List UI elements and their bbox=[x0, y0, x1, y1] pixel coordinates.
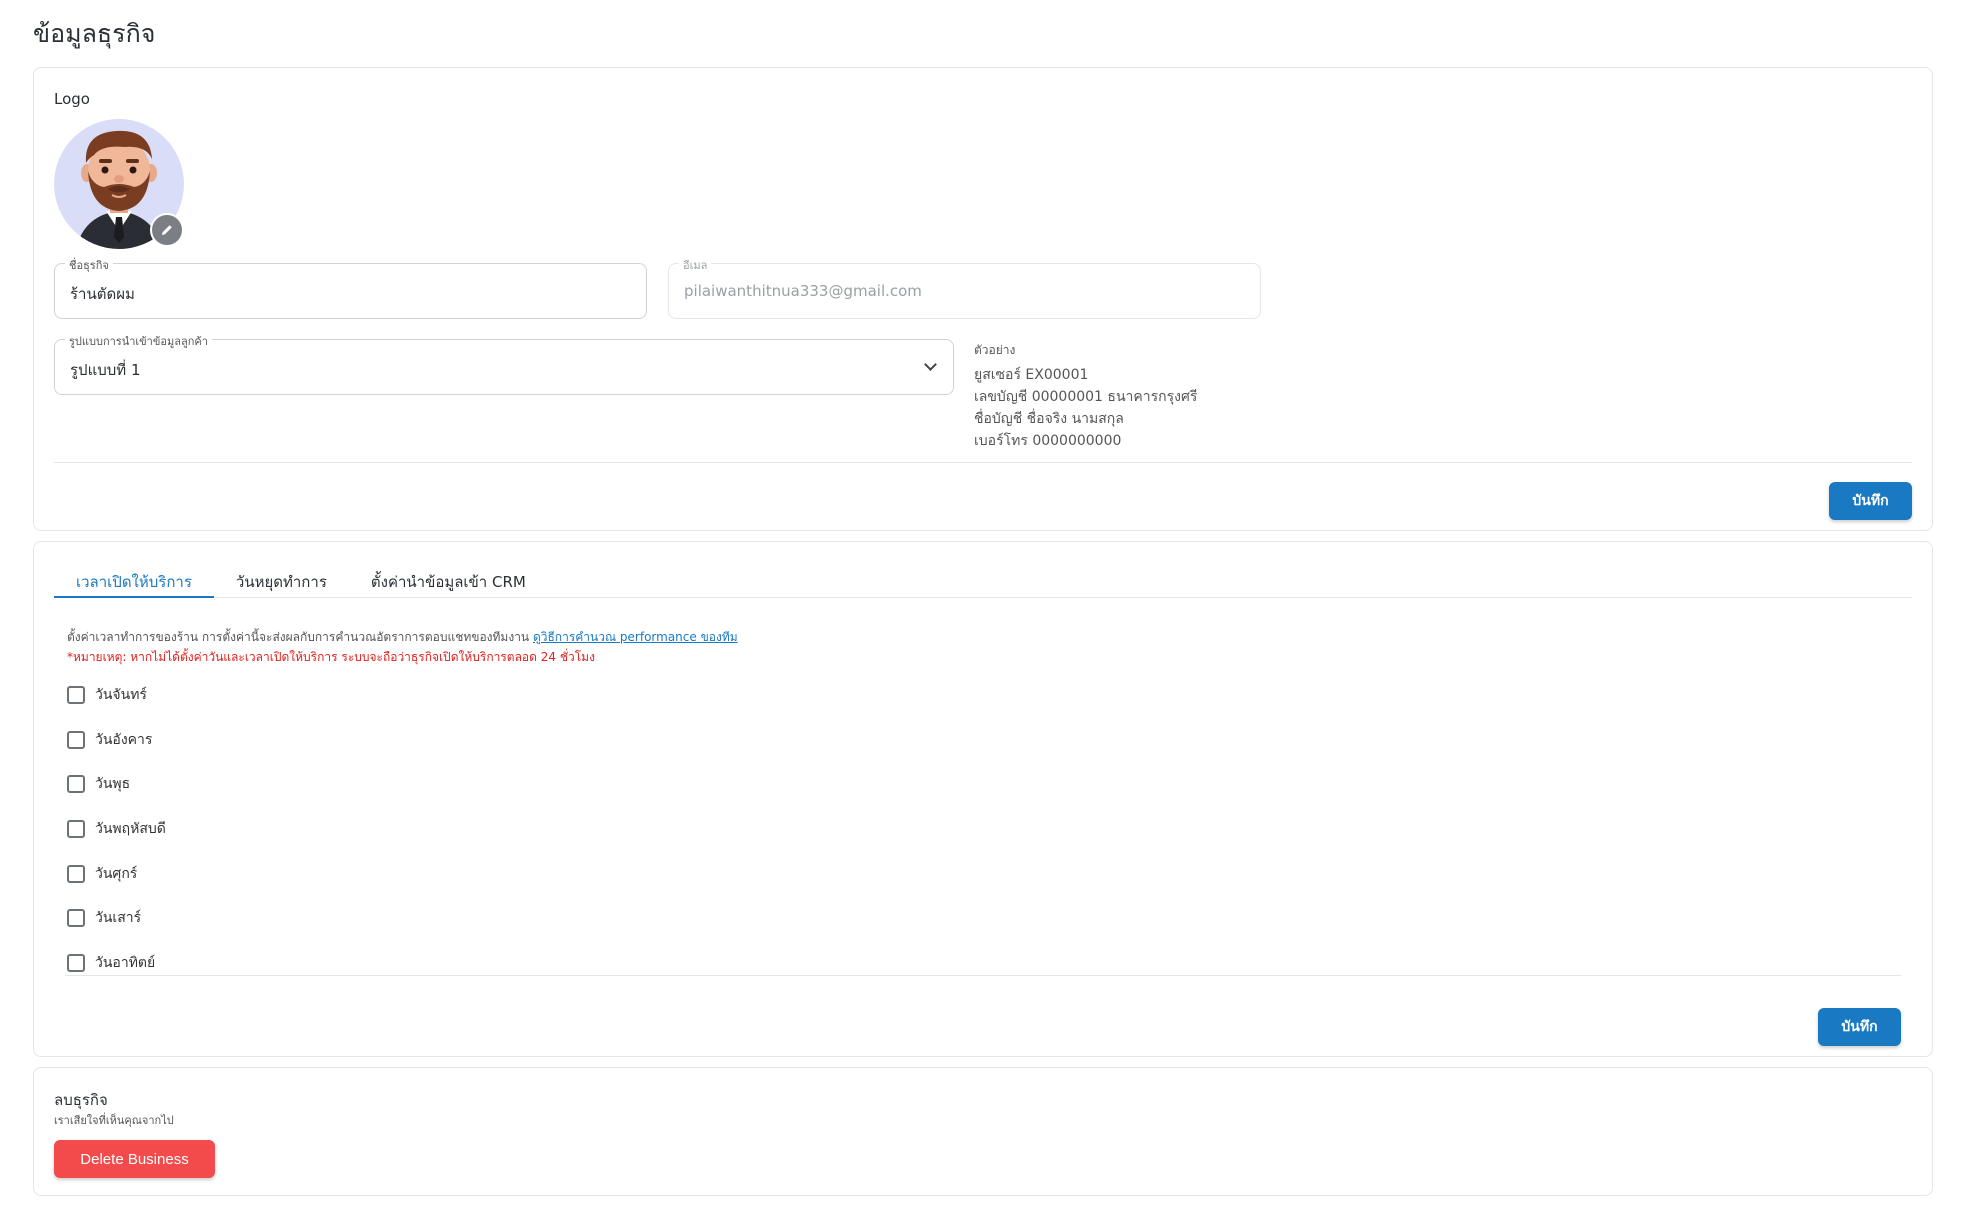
example-title: ตัวอย่าง bbox=[974, 343, 1016, 357]
day-checkbox[interactable] bbox=[67, 775, 85, 794]
import-format-label: รูปแบบการนำเข้าข้อมูลลูกค้า bbox=[65, 332, 212, 350]
day-label: วันอังคาร bbox=[95, 731, 153, 748]
delete-subtitle: เราเสียใจที่เห็นคุณจากไป bbox=[54, 1114, 174, 1127]
email-label: อีเมล bbox=[679, 256, 712, 274]
hours-hint-text: ตั้งค่าเวลาทำการของร้าน การตั้งค่านี้จะส… bbox=[67, 630, 533, 644]
tab-holidays[interactable]: วันหยุดทำการ bbox=[214, 562, 349, 598]
example-line: เลขบัญชี 00000001 ธนาคารกรุงศรี bbox=[974, 389, 1198, 405]
tab-crm-import[interactable]: ตั้งค่านำข้อมูลเข้า CRM bbox=[349, 562, 548, 598]
day-label: วันศุกร์ bbox=[95, 865, 138, 882]
pencil-icon bbox=[162, 225, 172, 235]
day-monday[interactable]: วันจันทร์ bbox=[67, 673, 166, 718]
day-label: วันจันทร์ bbox=[95, 687, 147, 704]
day-checkbox[interactable] bbox=[67, 820, 85, 839]
day-label: วันอาทิตย์ bbox=[95, 954, 156, 971]
day-checkbox[interactable] bbox=[67, 730, 85, 749]
delete-title: ลบธุรกิจ bbox=[54, 1091, 108, 1109]
divider bbox=[65, 975, 1901, 976]
business-name-value: ร้านตัดผม bbox=[70, 285, 135, 303]
day-tuesday[interactable]: วันอังคาร bbox=[67, 718, 166, 763]
delete-business-card: ลบธุรกิจ เราเสียใจที่เห็นคุณจากไป Delete… bbox=[33, 1067, 1933, 1196]
email-value: pilaiwanthitnua333@gmail.com bbox=[684, 282, 922, 300]
day-label: วันเสาร์ bbox=[95, 910, 142, 927]
logo-label: Logo bbox=[54, 90, 90, 108]
divider bbox=[54, 462, 1912, 463]
save-hours-button[interactable]: บันทึก bbox=[1818, 1008, 1901, 1046]
tab-business-hours[interactable]: เวลาเปิดให้บริการ bbox=[54, 562, 214, 598]
import-format-select[interactable]: รูปแบบการนำเข้าข้อมูลลูกค้า รูปแบบที่ 1 bbox=[54, 332, 954, 395]
day-sunday[interactable]: วันอาทิตย์ bbox=[67, 941, 166, 986]
business-name-label: ชื่อธุรกิจ bbox=[65, 256, 113, 274]
business-name-field[interactable]: ชื่อธุรกิจ ร้านตัดผม bbox=[54, 256, 647, 319]
import-format-example: ตัวอย่าง ยูสเซอร์ EX00001 เลขบัญชี 00000… bbox=[974, 341, 1197, 452]
chevron-down-icon bbox=[924, 358, 937, 371]
hours-note: *หมายเหตุ: หากไม่ได้ตั้งค่าวันและเวลาเปิ… bbox=[67, 650, 595, 664]
business-hours-card: เวลาเปิดให้บริการ วันหยุดทำการ ตั้งค่านำ… bbox=[33, 541, 1933, 1057]
day-thursday[interactable]: วันพฤหัสบดี bbox=[67, 807, 166, 852]
page-title: ข้อมูลธุรกิจ bbox=[33, 19, 156, 48]
save-info-button[interactable]: บันทึก bbox=[1829, 482, 1912, 520]
day-wednesday[interactable]: วันพุธ bbox=[67, 762, 166, 807]
example-line: ชื่อบัญชี ชื่อจริง นามสกุล bbox=[974, 411, 1124, 427]
email-field: อีเมล pilaiwanthitnua333@gmail.com bbox=[668, 256, 1261, 319]
business-info-card: Logo ชื่อธุรกิจ ร้านตัดผม อีเมล pilaiwan… bbox=[33, 67, 1933, 531]
day-friday[interactable]: วันศุกร์ bbox=[67, 851, 166, 896]
settings-tabs: เวลาเปิดให้บริการ วันหยุดทำการ ตั้งค่านำ… bbox=[54, 562, 1912, 598]
delete-business-button[interactable]: Delete Business bbox=[54, 1140, 215, 1178]
hours-hint: ตั้งค่าเวลาทำการของร้าน การตั้งค่านี้จะส… bbox=[67, 628, 738, 647]
edit-logo-button[interactable] bbox=[150, 213, 184, 247]
import-format-value: รูปแบบที่ 1 bbox=[70, 361, 141, 379]
day-checkbox[interactable] bbox=[67, 686, 85, 705]
day-checkbox[interactable] bbox=[67, 953, 85, 972]
example-line: ยูสเซอร์ EX00001 bbox=[974, 367, 1089, 383]
weekday-list: วันจันทร์ วันอังคาร วันพุธ วันพฤหัสบดี ว… bbox=[67, 673, 166, 985]
day-checkbox[interactable] bbox=[67, 909, 85, 928]
day-saturday[interactable]: วันเสาร์ bbox=[67, 896, 166, 941]
day-checkbox[interactable] bbox=[67, 864, 85, 883]
example-line: เบอร์โทร 0000000000 bbox=[974, 433, 1122, 449]
day-label: วันพฤหัสบดี bbox=[95, 821, 166, 838]
performance-guide-link[interactable]: ดูวิธีการคำนวณ performance ของทีม bbox=[533, 630, 738, 644]
day-label: วันพุธ bbox=[95, 776, 131, 793]
